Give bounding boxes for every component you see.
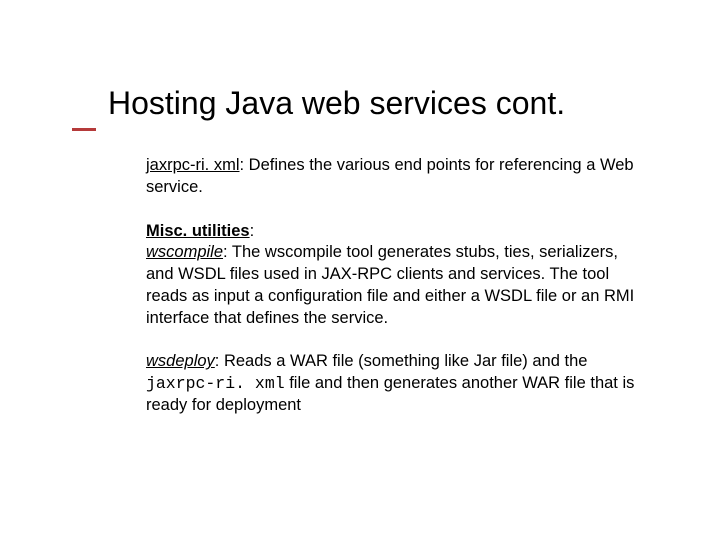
slide-title: Hosting Java web services cont. xyxy=(108,85,565,122)
paragraph-utilities: Misc. utilities: wscompile: The wscompil… xyxy=(146,221,646,330)
term-wscompile: wscompile xyxy=(146,243,223,261)
code-jaxrpc-ri-xml: jaxrpc-ri. xml xyxy=(146,374,285,393)
slide-body: jaxrpc-ri. xml: Defines the various end … xyxy=(146,155,646,439)
paragraph-jaxrpc: jaxrpc-ri. xml: Defines the various end … xyxy=(146,155,646,199)
paragraph-wsdeploy: wsdeploy: Reads a WAR file (something li… xyxy=(146,351,646,416)
text: : Reads a WAR file (something like Jar f… xyxy=(215,352,588,370)
accent-bar xyxy=(72,128,96,131)
term-wsdeploy: wsdeploy xyxy=(146,352,215,370)
subheading-misc-utilities: Misc. utilities xyxy=(146,222,250,240)
slide: Hosting Java web services cont. jaxrpc-r… xyxy=(0,0,720,540)
term-jaxrpc-ri-xml: jaxrpc-ri. xml xyxy=(146,156,240,174)
text: : xyxy=(250,222,255,240)
